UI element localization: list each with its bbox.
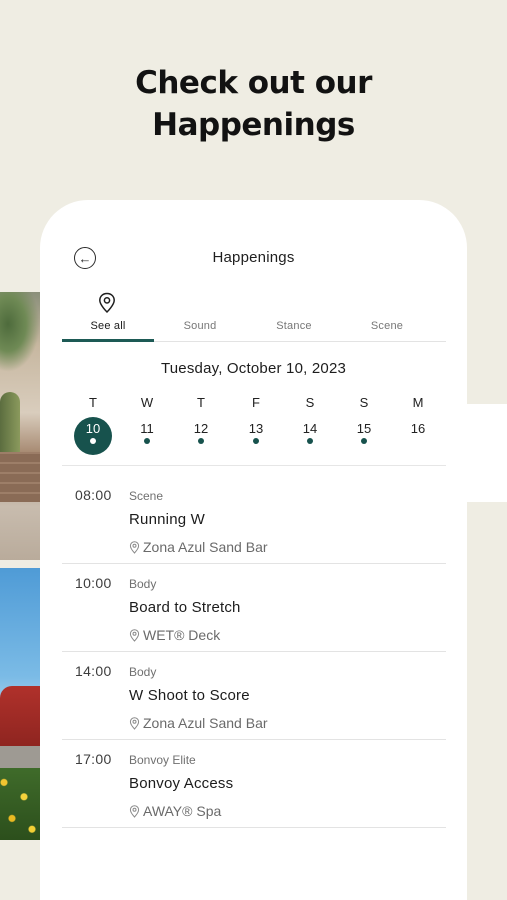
week-strip: T 10 W 11 T 12 F 13 S 14 S 15 M 16 xyxy=(62,395,446,465)
event-name: Running W xyxy=(129,511,206,528)
day-10[interactable]: T 10 xyxy=(74,395,112,461)
day-number: 10 xyxy=(74,417,112,455)
background-card-edge xyxy=(467,404,507,502)
day-14[interactable]: S 14 xyxy=(291,395,329,461)
location-pin-icon xyxy=(99,292,115,314)
day-number: 14 xyxy=(291,417,329,455)
top-bar: ← Happenings xyxy=(40,247,467,271)
day-of-week: T xyxy=(89,395,97,410)
day-of-week: T xyxy=(197,395,205,410)
tab-label: Scene xyxy=(370,320,404,332)
event-dot xyxy=(253,438,259,444)
event-item[interactable]: 08:00 Scene Running W Zona Azul Sand Bar xyxy=(62,476,446,564)
day-of-week: S xyxy=(305,395,315,410)
promo-headline-line-1: Check out our xyxy=(135,65,372,101)
event-location-text: AWAY® Spa xyxy=(143,803,222,819)
day-number: 13 xyxy=(237,417,275,455)
divider xyxy=(62,465,446,466)
tab-label: See all xyxy=(90,320,126,332)
event-category: Scene xyxy=(129,489,164,503)
event-time: 10:00 xyxy=(75,575,112,591)
event-category: Bonvoy Elite xyxy=(129,753,196,767)
tab-see-all[interactable]: See all xyxy=(62,290,154,342)
day-11[interactable]: W 11 xyxy=(128,395,166,461)
event-time: 08:00 xyxy=(75,487,112,503)
phone-screen: ← Happenings See all Sound Stance Scene … xyxy=(40,200,467,900)
day-of-week: F xyxy=(252,395,260,410)
event-category: Body xyxy=(129,665,157,679)
event-dot xyxy=(361,438,367,444)
location-pin-icon xyxy=(129,540,140,554)
event-time: 17:00 xyxy=(75,751,112,767)
event-name: Bonvoy Access xyxy=(129,775,234,792)
day-number: 15 xyxy=(345,417,383,455)
event-item[interactable]: 17:00 Bonvoy Elite Bonvoy Access AWAY® S… xyxy=(62,740,446,828)
event-location-text: WET® Deck xyxy=(143,627,221,643)
event-list: 08:00 Scene Running W Zona Azul Sand Bar… xyxy=(62,476,446,828)
event-location-text: Zona Azul Sand Bar xyxy=(143,715,268,731)
tab-label: Stance xyxy=(276,320,312,332)
tab-label: Sound xyxy=(183,320,217,332)
event-location: Zona Azul Sand Bar xyxy=(129,715,268,731)
day-13[interactable]: F 13 xyxy=(237,395,275,461)
event-category: Body xyxy=(129,577,157,591)
event-item[interactable]: 10:00 Body Board to Stretch WET® Deck xyxy=(62,564,446,652)
promo-headline: Check out our Happenings xyxy=(0,62,507,146)
page-title: Happenings xyxy=(212,249,295,266)
promo-headline-line-2: Happenings xyxy=(152,107,355,143)
event-location: Zona Azul Sand Bar xyxy=(129,539,268,555)
tab-scene[interactable]: Scene xyxy=(341,290,433,342)
event-location-text: Zona Azul Sand Bar xyxy=(143,539,268,555)
event-location: AWAY® Spa xyxy=(129,803,221,819)
background-photo-top xyxy=(0,292,40,560)
location-pin-icon xyxy=(129,628,140,642)
day-12[interactable]: T 12 xyxy=(182,395,220,461)
day-15[interactable]: S 15 xyxy=(345,395,383,461)
tab-sound[interactable]: Sound xyxy=(154,290,246,342)
tab-stance[interactable]: Stance xyxy=(248,290,340,342)
event-name: Board to Stretch xyxy=(129,599,241,616)
day-of-week: W xyxy=(140,395,154,410)
day-of-week: M xyxy=(412,395,424,410)
event-dot xyxy=(90,438,96,444)
day-number: 11 xyxy=(128,417,166,455)
location-pin-icon xyxy=(129,804,140,818)
event-time: 14:00 xyxy=(75,663,112,679)
background-photo-bottom xyxy=(0,568,40,840)
location-pin-icon xyxy=(129,716,140,730)
day-of-week: S xyxy=(359,395,369,410)
category-tabs: See all Sound Stance Scene xyxy=(62,290,446,342)
selected-date-heading: Tuesday, October 10, 2023 xyxy=(160,360,347,377)
event-dot xyxy=(307,438,313,444)
event-location: WET® Deck xyxy=(129,627,220,643)
event-dot xyxy=(198,438,204,444)
event-name: W Shoot to Score xyxy=(129,687,250,704)
day-16[interactable]: M 16 xyxy=(399,395,437,461)
day-number: 12 xyxy=(182,417,220,455)
event-item[interactable]: 14:00 Body W Shoot to Score Zona Azul Sa… xyxy=(62,652,446,740)
event-dot xyxy=(144,438,150,444)
day-number: 16 xyxy=(410,421,426,436)
